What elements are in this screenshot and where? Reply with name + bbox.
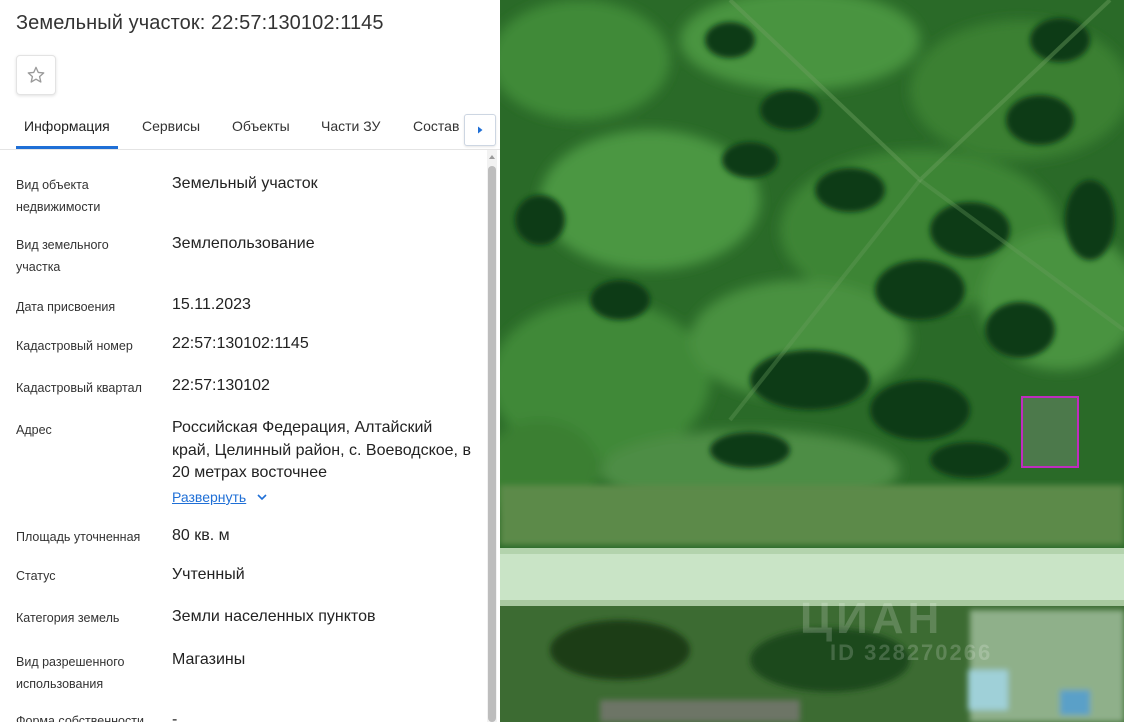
star-icon [27,66,45,83]
property-value: 80 кв. м [172,527,230,544]
tab-composition[interactable]: Состав [413,118,459,134]
caret-right-icon [478,126,483,134]
tab-services[interactable]: Сервисы [142,118,200,134]
active-tab-indicator [16,146,118,149]
property-value: 15.11.2023 [172,296,251,313]
property-label: Форма собственности [16,714,144,722]
tab-info[interactable]: Информация [24,118,110,134]
property-value: Магазины [172,651,246,668]
property-value: Учтенный [172,566,245,583]
property-value: - [172,711,178,722]
property-label: Адрес [16,423,52,437]
property-value: 22:57:130102:1145 [172,335,309,352]
favorite-button[interactable] [16,55,56,95]
property-label: Кадастровый квартал [16,381,142,395]
property-value: 22:57:130102 [172,377,270,394]
satellite-map[interactable]: ЦИАН ID 328270266 [500,0,1124,722]
property-label: Статус [16,569,56,583]
tabs-scroll-right-button[interactable] [464,114,496,146]
expand-address-link[interactable]: Развернуть [172,489,268,505]
info-panel: Земельный участок: 22:57:130102:1145 Инф… [0,0,500,722]
scrollbar-thumb[interactable] [488,166,496,722]
expand-address-label: Развернуть [172,489,247,505]
property-label: Кадастровый номер [16,339,133,353]
chevron-down-icon [257,494,267,501]
scroll-up-arrow-icon[interactable] [487,152,497,162]
tab-objects[interactable]: Объекты [232,118,290,134]
property-label: Вид разрешенного использования [16,655,125,691]
property-value: Российская Федерация, Алтайский край, Це… [172,419,471,481]
property-value: Землепользование [172,235,315,252]
property-value: Земельный участок [172,175,318,192]
property-label: Вид земельного участка [16,238,109,274]
tab-bar: Информация Сервисы Объекты Части ЗУ Сост… [0,108,500,150]
property-label: Дата присвоения [16,300,116,314]
page-title: Земельный участок: 22:57:130102:1145 [16,12,384,34]
parcel-outline[interactable] [1021,396,1079,468]
property-label: Категория земель [16,611,120,625]
tab-parts[interactable]: Части ЗУ [321,118,380,134]
watermark-brand: ЦИАН [800,594,944,643]
property-value: Земли населенных пунктов [172,608,376,625]
property-label: Вид объекта недвижимости [16,178,101,214]
watermark-id: ID 328270266 [830,640,993,665]
property-label: Площадь уточненная [16,530,141,544]
